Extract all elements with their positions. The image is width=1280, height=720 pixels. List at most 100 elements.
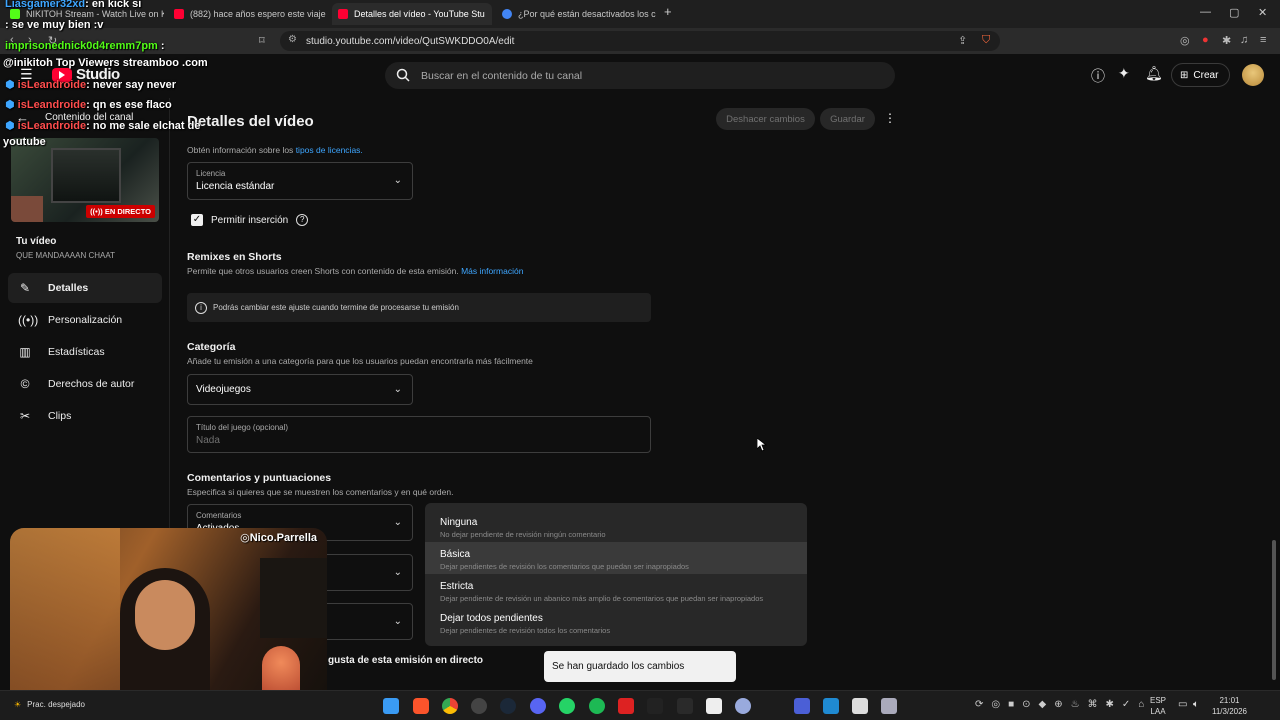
clock[interactable]: 21:01 11/3/2026	[1212, 695, 1247, 717]
close-tab-icon[interactable]: ✕	[491, 9, 492, 20]
site-info-icon[interactable]: ⚙	[288, 34, 297, 45]
help-icon[interactable]: ⓘ	[1091, 66, 1105, 86]
chat-line: ⬢ isLeandroide: qn es ese flaco	[5, 99, 172, 111]
chevron-down-icon: ⌄	[393, 175, 402, 186]
extension-icon[interactable]: ◎	[1180, 34, 1190, 47]
tab-studio[interactable]: Detalles del vídeo - YouTube Stu ✕	[332, 3, 492, 25]
comments-desc: Especifica si quieres que se muestren lo…	[187, 487, 454, 497]
more-options-icon[interactable]: ⋮	[884, 111, 896, 125]
app-red-icon[interactable]	[618, 698, 634, 714]
chat-line: : se ve muy bien :v	[5, 19, 104, 31]
live-badge: ((•)) EN DIRECTO	[86, 205, 155, 218]
minimize-icon[interactable]: —	[1200, 6, 1211, 18]
app-blue-icon[interactable]	[735, 698, 751, 714]
url-text: studio.youtube.com/video/QutSWKDDO0A/edi…	[306, 35, 515, 47]
sidebar-item-label: Detalles	[48, 282, 89, 294]
create-icon: ⊞	[1180, 69, 1189, 81]
steam-icon[interactable]	[500, 698, 516, 714]
menu-item-basic[interactable]: Básica Dejar pendientes de revisión los …	[425, 542, 807, 574]
checkbox-checked-icon[interactable]: ✓	[191, 214, 203, 226]
help-icon[interactable]: ?	[296, 214, 309, 226]
field-label: Título del juego (opcional)	[196, 423, 289, 432]
vscode-icon[interactable]	[823, 698, 839, 714]
menu-item-hold-all[interactable]: Dejar todos pendientes Dejar pendientes …	[425, 606, 807, 638]
undo-button[interactable]: Deshacer cambios	[716, 108, 815, 130]
sidebar-item-copyright[interactable]: © Derechos de autor	[8, 369, 162, 399]
embed-label: Permitir inserción	[211, 214, 289, 226]
app-steam2-icon[interactable]	[881, 698, 897, 714]
license-select[interactable]: Licencia Licencia estándar ⌄	[187, 162, 413, 200]
music-icon[interactable]: ♫	[1240, 34, 1248, 46]
game-placeholder: Nada	[196, 435, 220, 446]
share-icon[interactable]: ⇪	[958, 34, 967, 47]
video-title: QUE MANDAAAAN CHAAT	[16, 251, 115, 260]
app-icon[interactable]	[471, 698, 487, 714]
webcam-background-wall	[10, 528, 120, 708]
video-thumbnail[interactable]: ((•)) EN DIRECTO	[11, 138, 159, 222]
embed-checkbox-row[interactable]: ✓ Permitir inserción ?	[191, 214, 309, 226]
extension-red-icon[interactable]: ●	[1202, 34, 1209, 46]
page-title: Detalles del vídeo	[187, 113, 314, 130]
sidebar-item-label: Personalización	[48, 314, 123, 326]
weather-widget[interactable]: ☀ Prac. despejado	[14, 700, 85, 709]
close-window-icon[interactable]: ✕	[1258, 6, 1267, 19]
menu-item-none[interactable]: Ninguna No dejar pendiente de revisión n…	[425, 510, 807, 542]
comments-title: Comentarios y puntuaciones	[187, 472, 332, 484]
sidebar-item-label: Clips	[48, 410, 72, 422]
bookmark-icon[interactable]: ⌑	[259, 34, 265, 47]
kick-icon	[10, 9, 20, 19]
remix-notice: i Podrás cambiar este ajuste cuando term…	[187, 293, 651, 322]
menu-icon[interactable]: ≡	[1260, 34, 1266, 46]
category-select[interactable]: Videojuegos ⌄	[187, 374, 413, 405]
chrome-icon[interactable]	[442, 698, 458, 714]
create-button[interactable]: ⊞ Crear	[1171, 63, 1230, 87]
brave-shield-icon[interactable]: ⛉	[982, 34, 990, 47]
notifications-icon[interactable]: 🔔︎	[1145, 65, 1163, 82]
sidebar-item-clips[interactable]: ✂ Clips	[8, 401, 162, 431]
chat-line: Liasgamer32xd: en kick si	[5, 0, 142, 10]
save-button[interactable]: Guardar	[820, 108, 875, 130]
language-indicator[interactable]: ESP LAA	[1150, 695, 1166, 717]
search-input[interactable]: Buscar en el contenido de tu canal	[385, 62, 895, 89]
webcam-face	[135, 580, 195, 650]
app-indigo-icon[interactable]	[794, 698, 810, 714]
start-icon[interactable]	[383, 698, 399, 714]
scrollbar[interactable]	[1272, 540, 1276, 680]
more-info-link[interactable]: Más información	[461, 266, 523, 276]
analytics-icon: ▥	[19, 345, 31, 359]
chat-badge-icon: ⬢	[5, 79, 18, 91]
license-types-link[interactable]: tipos de licencias.	[296, 145, 363, 155]
menu-item-strict[interactable]: Estricta Dejar pendiente de revisión un …	[425, 574, 807, 606]
capcut-icon[interactable]	[647, 698, 663, 714]
maximize-icon[interactable]: ▢	[1229, 6, 1239, 19]
whatsapp-icon[interactable]	[559, 698, 575, 714]
youtube-studio-icon	[338, 9, 348, 19]
new-tab-icon[interactable]: +	[664, 4, 672, 19]
notion-icon[interactable]	[706, 698, 722, 714]
discord-icon[interactable]	[530, 698, 546, 714]
tab-youtube-video[interactable]: (882) hace años espero este viaje - c	[168, 3, 328, 25]
field-label: Comentarios	[196, 511, 242, 520]
volume-icon[interactable]: 🔈︎	[1193, 699, 1199, 710]
epic-icon[interactable]	[677, 698, 693, 714]
tab-google[interactable]: ¿Por qué están desactivados los com	[496, 3, 656, 25]
url-field[interactable]: ⚙ studio.youtube.com/video/QutSWKDDO0A/e…	[280, 31, 1000, 51]
avatar[interactable]	[1242, 64, 1264, 86]
youtube-icon	[174, 9, 184, 19]
sparkle-icon[interactable]: ✦	[1118, 65, 1130, 82]
network-icon[interactable]: ▭	[1178, 699, 1187, 710]
brave-icon[interactable]	[413, 698, 429, 714]
app-white-icon[interactable]	[852, 698, 868, 714]
spotify-icon[interactable]	[589, 698, 605, 714]
remix-title: Remixes en Shorts	[187, 251, 282, 263]
sidebar-item-customization[interactable]: ((•)) Personalización	[8, 305, 162, 335]
game-title-field[interactable]: Título del juego (opcional) Nada	[187, 416, 651, 453]
field-value: Videojuegos	[196, 384, 251, 395]
toast-saved: Se han guardado los cambios	[544, 651, 736, 682]
webcam-monitor	[260, 558, 327, 638]
field-value: Licencia estándar	[196, 181, 275, 192]
sidebar-item-details[interactable]: ✎ Detalles	[8, 273, 162, 303]
puzzle-icon[interactable]: ✱	[1222, 34, 1231, 47]
thumbnail-figure	[11, 196, 43, 222]
sidebar-item-analytics[interactable]: ▥ Estadísticas	[8, 337, 162, 367]
